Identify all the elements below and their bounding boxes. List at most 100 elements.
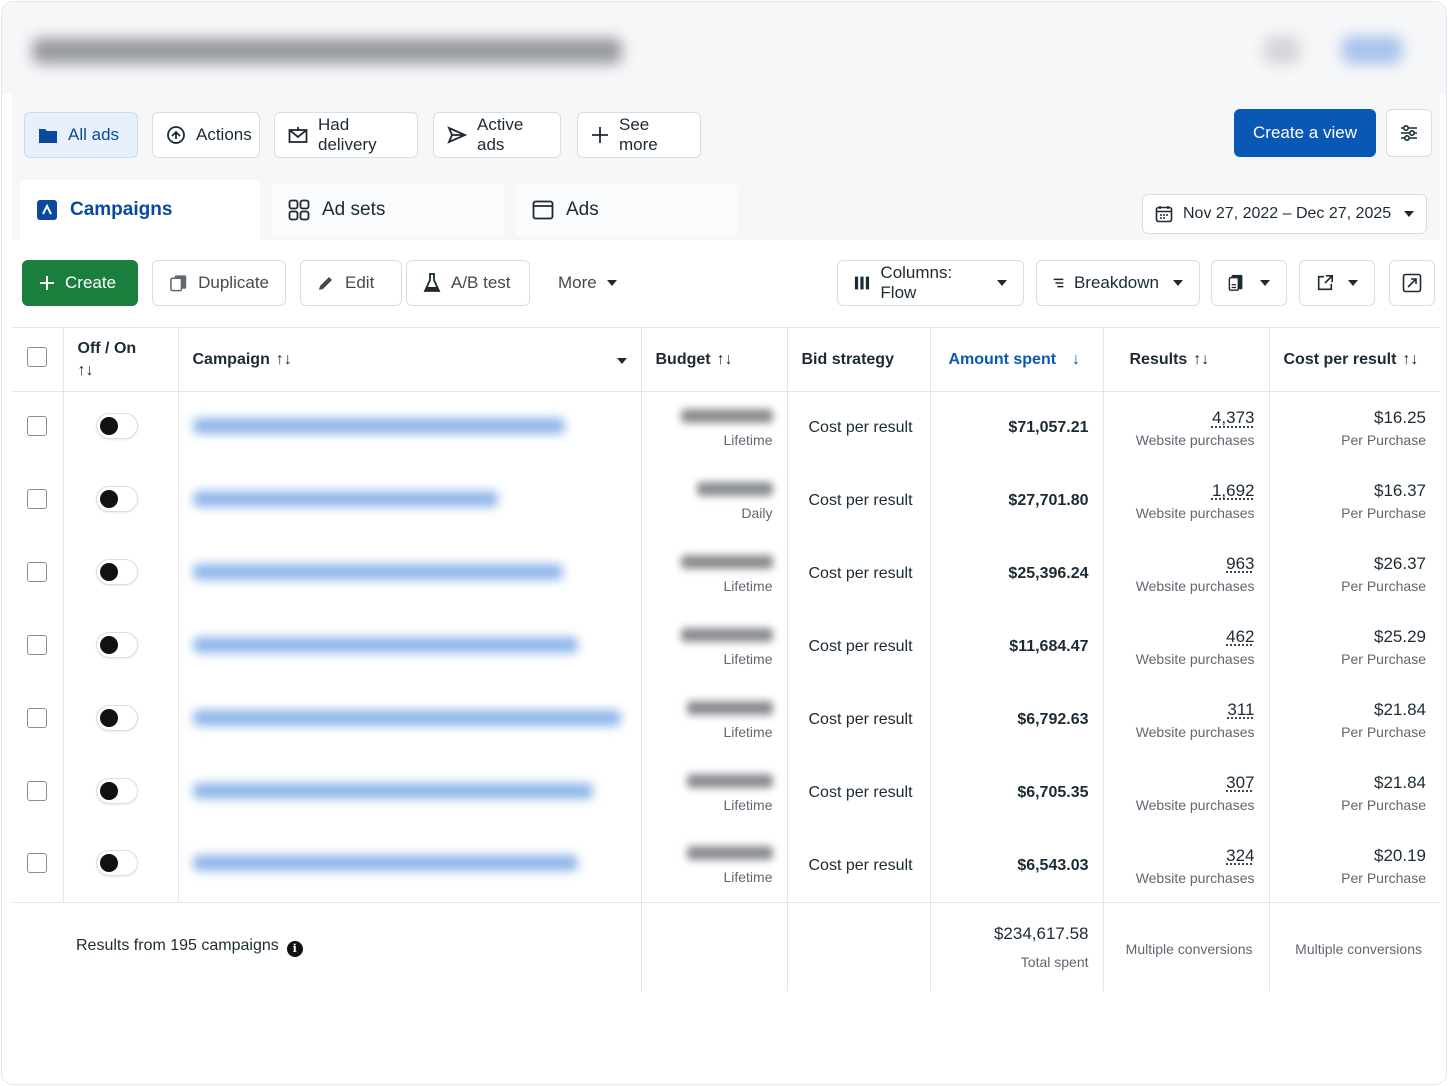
results-count[interactable]: 963 xyxy=(1118,554,1254,574)
campaign-name-blurred[interactable] xyxy=(192,855,578,872)
campaign-name-blurred[interactable] xyxy=(192,563,563,580)
campaign-name-blurred[interactable] xyxy=(192,782,593,799)
row-checkbox[interactable] xyxy=(27,780,47,801)
campaign-name-blurred[interactable] xyxy=(192,490,498,507)
campaign-flag-icon xyxy=(37,200,57,220)
results-count[interactable]: 324 xyxy=(1118,846,1254,866)
header-select-all[interactable] xyxy=(12,327,64,392)
envelope-icon xyxy=(288,127,308,143)
row-checkbox[interactable] xyxy=(27,634,47,655)
filter-active-ads[interactable]: Active ads xyxy=(433,112,561,158)
create-button[interactable]: Create xyxy=(22,260,138,306)
table-row[interactable]: Lifetime Cost per result $25,396.24 963 W… xyxy=(12,537,1440,611)
results-count[interactable]: 311 xyxy=(1118,700,1254,720)
header-cost-per-result[interactable]: Cost per result ↑↓ xyxy=(1269,328,1440,392)
table-header-row: Off / On ↑↓ Campaign ↑↓ Budget ↑↓ Bid stra… xyxy=(12,327,1440,392)
header-off-on[interactable]: Off / On ↑↓ xyxy=(63,327,179,392)
campaign-name-blurred[interactable] xyxy=(192,636,578,653)
results-summary-text: Results from 195 campaigns xyxy=(76,937,279,954)
filter-all-ads[interactable]: All ads xyxy=(24,112,138,158)
blurred-account-title xyxy=(32,38,622,64)
table-row[interactable]: Lifetime Cost per result $6,792.63 311 We… xyxy=(12,683,1440,757)
filter-see-more[interactable]: See more xyxy=(577,112,701,158)
tab-ads[interactable]: Ads xyxy=(516,184,738,236)
header-results[interactable]: Results ↑↓ xyxy=(1103,327,1270,392)
send-icon xyxy=(447,126,467,144)
campaign-toggle[interactable] xyxy=(95,485,138,512)
header-bid-strategy[interactable]: Bid strategy xyxy=(787,327,931,392)
table-row[interactable]: Lifetime Cost per result $6,705.35 307 We… xyxy=(12,756,1440,830)
folder-icon xyxy=(39,129,57,143)
export-button[interactable] xyxy=(1299,260,1375,306)
header-campaign[interactable]: Campaign ↑↓ xyxy=(178,327,642,392)
sliders-icon xyxy=(1401,124,1417,142)
chevron-down-icon xyxy=(1173,280,1183,286)
campaign-toggle[interactable] xyxy=(95,631,138,658)
plus-icon xyxy=(40,276,54,290)
table-row[interactable]: Daily Cost per result $27,701.80 1,692 We… xyxy=(12,464,1440,538)
expand-button[interactable] xyxy=(1389,260,1435,306)
ab-test-button[interactable]: A/B test xyxy=(406,260,530,306)
pencil-icon xyxy=(319,277,332,290)
campaign-name-blurred[interactable] xyxy=(192,709,621,726)
columns-icon xyxy=(854,276,870,290)
results-count[interactable]: 4,373 xyxy=(1118,408,1255,428)
reports-button[interactable] xyxy=(1211,260,1287,306)
table-row[interactable]: Lifetime Cost per result $71,057.21 4,37… xyxy=(12,391,1440,465)
budget-amount-blurred xyxy=(686,773,773,788)
tab-ad-sets[interactable]: Ad sets xyxy=(272,184,504,236)
row-checkbox[interactable] xyxy=(27,561,47,582)
header-amount-spent[interactable]: Amount spent ↓ xyxy=(930,327,1104,392)
filter-actions[interactable]: Actions xyxy=(152,112,260,158)
row-checkbox[interactable] xyxy=(27,415,47,436)
info-icon[interactable]: i xyxy=(286,940,303,957)
table-summary-row: Results from 195 campaigns i $234,617.58 T… xyxy=(12,902,1440,991)
chevron-down-icon xyxy=(606,280,617,286)
filter-had-delivery[interactable]: Had delivery xyxy=(274,112,418,158)
campaigns-table: Off / On ↑↓ Campaign ↑↓ Budget ↑↓ Bid stra… xyxy=(12,327,1440,991)
chevron-down-icon xyxy=(997,280,1007,286)
sort-icon: ↑↓ xyxy=(77,361,94,379)
budget-amount-blurred xyxy=(680,554,773,569)
campaign-toggle[interactable] xyxy=(95,777,138,804)
duplicate-button[interactable]: Duplicate xyxy=(152,260,286,306)
expand-icon xyxy=(1402,273,1422,293)
date-range-picker[interactable]: Nov 27, 2022 – Dec 27, 2025 xyxy=(1142,194,1427,234)
create-view-button[interactable]: Create a view xyxy=(1234,109,1376,157)
edit-button[interactable]: Edit xyxy=(300,260,402,306)
breakdown-button[interactable]: Breakdown xyxy=(1036,260,1200,306)
select-all-checkbox[interactable] xyxy=(27,347,47,367)
table-toolbar: Create Duplicate Edit A/B test More Colu… xyxy=(12,240,1440,326)
results-count[interactable]: 1,692 xyxy=(1118,481,1255,501)
table-row[interactable]: Lifetime Cost per result $11,684.47 462 W… xyxy=(12,610,1440,684)
sort-icon: ↑↓ xyxy=(275,350,292,368)
campaign-toggle[interactable] xyxy=(95,412,138,439)
results-count[interactable]: 462 xyxy=(1118,627,1254,647)
filter-settings-button[interactable] xyxy=(1386,109,1432,157)
header-budget[interactable]: Budget ↑↓ xyxy=(641,327,788,392)
campaign-toggle[interactable] xyxy=(95,704,138,731)
budget-amount-blurred xyxy=(680,408,773,423)
columns-button[interactable]: Columns: Flow xyxy=(837,260,1024,306)
blurred-header-button xyxy=(1342,36,1402,64)
actions-icon xyxy=(167,126,185,144)
flask-icon xyxy=(423,273,441,292)
tab-campaigns[interactable]: Campaigns xyxy=(20,180,260,240)
calendar-icon xyxy=(1155,206,1173,223)
sort-icon: ↑↓ xyxy=(1193,350,1210,368)
campaign-toggle[interactable] xyxy=(95,850,138,877)
budget-amount-blurred xyxy=(686,846,773,861)
table-row[interactable]: Lifetime Cost per result $6,543.03 324 We… xyxy=(12,829,1440,903)
campaign-toggle[interactable] xyxy=(95,558,138,585)
campaign-name-blurred[interactable] xyxy=(192,417,565,434)
chevron-down-icon xyxy=(1348,280,1358,286)
budget-amount-blurred xyxy=(680,627,773,642)
more-button[interactable]: More xyxy=(542,260,638,306)
chevron-down-icon xyxy=(1260,280,1270,286)
level-tabs: Campaigns Ad sets Ads Nov 27, 2022 – Dec… xyxy=(12,178,1440,240)
results-count[interactable]: 307 xyxy=(1118,773,1254,793)
row-checkbox[interactable] xyxy=(27,488,47,509)
chevron-down-icon[interactable] xyxy=(616,357,627,364)
row-checkbox[interactable] xyxy=(27,707,47,728)
row-checkbox[interactable] xyxy=(27,853,47,874)
